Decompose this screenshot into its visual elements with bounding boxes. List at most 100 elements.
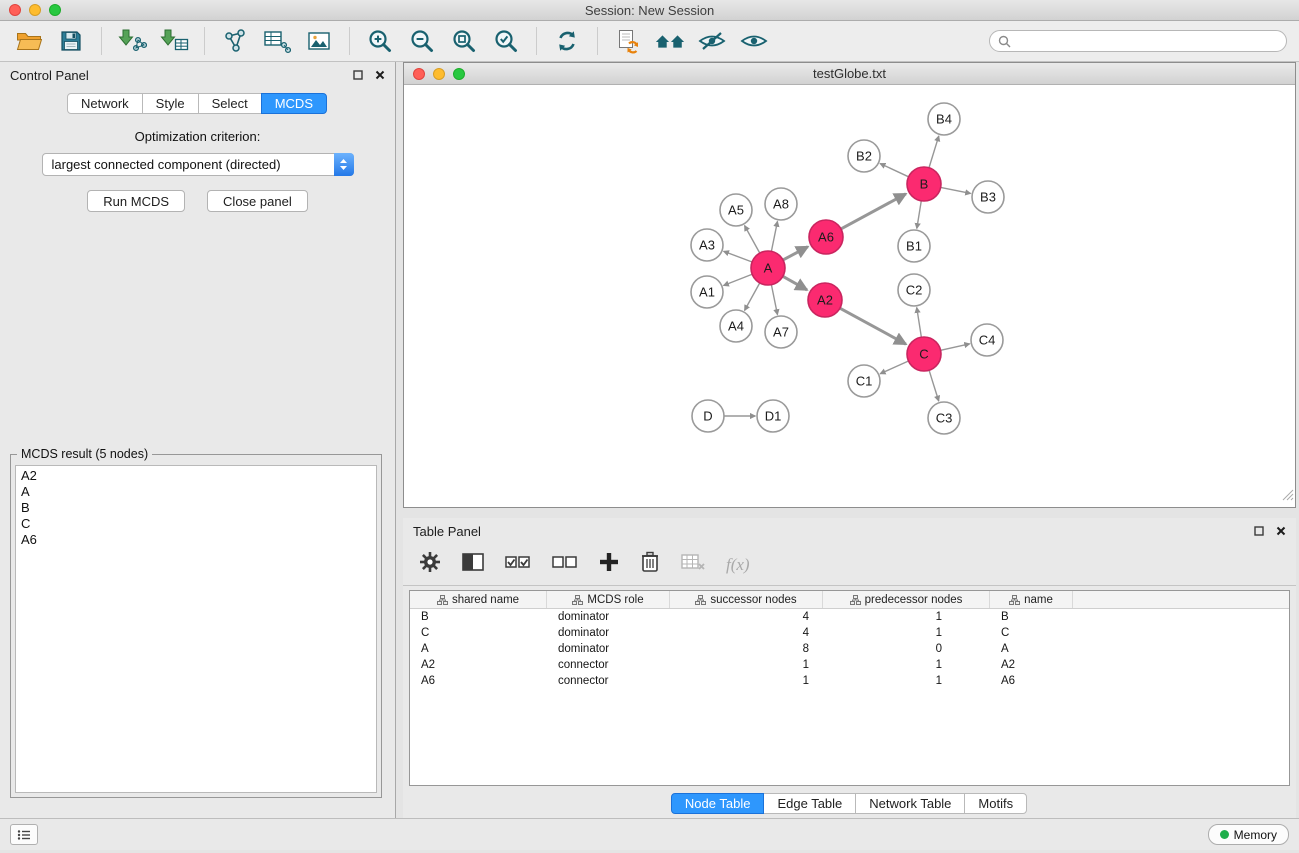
network-node-B[interactable]: B: [907, 167, 941, 201]
network-edge-C-C4[interactable]: [941, 344, 970, 350]
search-input[interactable]: [1017, 34, 1278, 48]
cell-shared-name[interactable]: A2: [410, 659, 547, 671]
table-options-button[interactable]: [419, 551, 441, 578]
maximize-network-window-button[interactable]: [453, 68, 465, 80]
close-panel-action-button[interactable]: Close panel: [207, 190, 308, 212]
table-row[interactable]: Cdominator41C: [410, 625, 1289, 641]
tab-mcds[interactable]: MCDS: [261, 93, 327, 114]
cell-successor-nodes[interactable]: 8: [670, 643, 823, 655]
table-row[interactable]: A6connector11A6: [410, 673, 1289, 689]
resize-grip-icon[interactable]: [1282, 488, 1294, 506]
table-row[interactable]: Adominator80A: [410, 641, 1289, 657]
network-node-B3[interactable]: B3: [972, 181, 1004, 213]
column-header-predecessor-nodes[interactable]: predecessor nodes: [823, 591, 990, 608]
save-session-button[interactable]: [55, 25, 87, 57]
cell-mcds-role[interactable]: dominator: [547, 627, 670, 639]
cell-mcds-role[interactable]: dominator: [547, 643, 670, 655]
tab-style[interactable]: Style: [142, 93, 199, 114]
network-edge-B-B1[interactable]: [917, 201, 921, 229]
zoom-fit-button[interactable]: [448, 25, 480, 57]
maximize-window-button[interactable]: [49, 4, 61, 16]
network-edge-A6-B[interactable]: [841, 194, 906, 229]
network-node-C2[interactable]: C2: [898, 274, 930, 306]
network-node-A6[interactable]: A6: [809, 220, 843, 254]
export-table-button[interactable]: [261, 25, 293, 57]
network-node-C[interactable]: C: [907, 337, 941, 371]
criterion-dropdown[interactable]: largest connected component (directed): [42, 153, 354, 176]
close-window-button[interactable]: [9, 4, 21, 16]
network-node-B1[interactable]: B1: [898, 230, 930, 262]
network-edge-C-C1[interactable]: [880, 361, 908, 374]
close-table-panel-button[interactable]: [1276, 524, 1286, 539]
import-network-button[interactable]: [116, 25, 148, 57]
cell-successor-nodes[interactable]: 1: [670, 675, 823, 687]
network-node-C3[interactable]: C3: [928, 402, 960, 434]
network-node-A4[interactable]: A4: [720, 310, 752, 342]
mcds-result-list[interactable]: A2ABCA6: [15, 465, 377, 793]
network-edge-A-A8[interactable]: [771, 221, 777, 251]
delete-column-button[interactable]: [640, 551, 660, 578]
tab-node-table[interactable]: Node Table: [671, 793, 765, 814]
status-menu-button[interactable]: [10, 824, 38, 845]
tab-network[interactable]: Network: [67, 93, 143, 114]
network-node-B2[interactable]: B2: [848, 140, 880, 172]
minimize-network-window-button[interactable]: [433, 68, 445, 80]
network-node-A1[interactable]: A1: [691, 276, 723, 308]
open-session-button[interactable]: [13, 25, 45, 57]
cell-successor-nodes[interactable]: 1: [670, 659, 823, 671]
cell-mcds-role[interactable]: dominator: [547, 611, 670, 623]
select-all-columns-button[interactable]: [505, 553, 531, 576]
cell-successor-nodes[interactable]: 4: [670, 611, 823, 623]
cell-predecessor-nodes[interactable]: 0: [823, 643, 990, 655]
column-header-mcds-role[interactable]: MCDS role: [547, 591, 670, 608]
cell-mcds-role[interactable]: connector: [547, 675, 670, 687]
function-builder-button[interactable]: f(x): [726, 555, 750, 575]
cell-name[interactable]: A: [990, 643, 1073, 655]
unselect-all-columns-button[interactable]: [552, 553, 578, 576]
new-network-button[interactable]: [219, 25, 251, 57]
import-table-button[interactable]: [158, 25, 190, 57]
network-node-A8[interactable]: A8: [765, 188, 797, 220]
run-mcds-button[interactable]: Run MCDS: [87, 190, 185, 212]
tab-edge-table[interactable]: Edge Table: [763, 793, 856, 814]
delete-table-button[interactable]: [681, 553, 705, 576]
cell-predecessor-nodes[interactable]: 1: [823, 611, 990, 623]
network-node-C1[interactable]: C1: [848, 365, 880, 397]
cell-predecessor-nodes[interactable]: 1: [823, 659, 990, 671]
network-node-A5[interactable]: A5: [720, 194, 752, 226]
network-edge-A-A5[interactable]: [745, 225, 760, 253]
column-header-successor-nodes[interactable]: successor nodes: [670, 591, 823, 608]
zoom-in-button[interactable]: [364, 25, 396, 57]
column-header-name[interactable]: name: [990, 591, 1073, 608]
network-edge-C-C3[interactable]: [929, 370, 939, 401]
network-edge-B-B3[interactable]: [941, 187, 971, 193]
cell-name[interactable]: B: [990, 611, 1073, 623]
cell-mcds-role[interactable]: connector: [547, 659, 670, 671]
cell-shared-name[interactable]: C: [410, 627, 547, 639]
network-node-A[interactable]: A: [751, 251, 785, 285]
create-column-button[interactable]: [599, 552, 619, 577]
table-row[interactable]: A2connector11A2: [410, 657, 1289, 673]
network-edge-A-A7[interactable]: [771, 285, 777, 315]
network-edge-B-B2[interactable]: [880, 163, 909, 176]
cell-name[interactable]: A6: [990, 675, 1073, 687]
first-neighbors-button[interactable]: [654, 25, 686, 57]
close-panel-button[interactable]: [375, 68, 385, 83]
network-edge-C-C2[interactable]: [917, 307, 922, 337]
network-node-B4[interactable]: B4: [928, 103, 960, 135]
refresh-view-button[interactable]: [551, 25, 583, 57]
cell-predecessor-nodes[interactable]: 1: [823, 627, 990, 639]
network-edge-A-A1[interactable]: [723, 274, 752, 285]
hide-selected-button[interactable]: [696, 25, 728, 57]
show-columns-button[interactable]: [462, 552, 484, 577]
float-table-panel-button[interactable]: [1254, 524, 1264, 539]
search-box[interactable]: [989, 30, 1287, 52]
network-canvas[interactable]: B4B2BB3A5A8A6B1A3AC2A1A2A4A7C4CC1C3DD1: [404, 85, 1295, 507]
tab-motifs[interactable]: Motifs: [964, 793, 1027, 814]
network-edge-A-A3[interactable]: [724, 251, 753, 262]
network-node-A7[interactable]: A7: [765, 316, 797, 348]
network-edge-B-B4[interactable]: [929, 136, 939, 168]
column-header-shared-name[interactable]: shared name: [410, 591, 547, 608]
network-edge-A-A6[interactable]: [783, 247, 808, 260]
cell-name[interactable]: C: [990, 627, 1073, 639]
